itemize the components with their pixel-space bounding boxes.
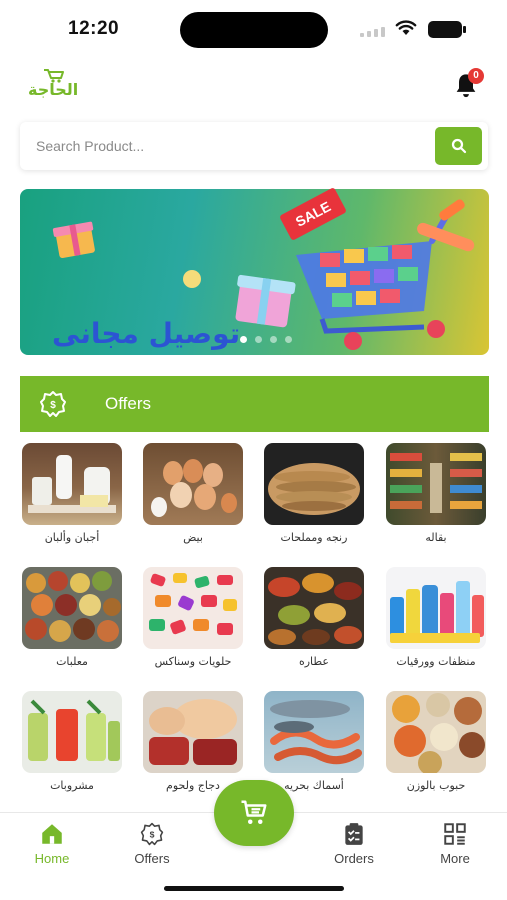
meat-image <box>143 691 243 773</box>
category-label: حبوب بالوزن <box>406 779 466 792</box>
offers-tag-icon: $ <box>140 822 164 846</box>
category-label: عطاره <box>298 655 329 668</box>
nav-offers-label: Offers <box>134 851 170 866</box>
wifi-icon <box>395 20 417 35</box>
status-bar: 12:20 <box>0 0 507 56</box>
banner-dot <box>270 336 277 343</box>
svg-text:$: $ <box>150 829 155 839</box>
cleaners-image <box>386 567 486 649</box>
eggs-image <box>143 443 243 525</box>
category-tile[interactable]: حلويات وسناكس <box>143 567 243 668</box>
category-label: حلويات وسناكس <box>154 655 232 668</box>
category-tile[interactable]: رنجه ومملحات <box>264 443 364 544</box>
category-tile[interactable]: بقاله <box>386 443 486 544</box>
nav-more[interactable]: More <box>415 821 495 866</box>
category-label: أجبان وألبان <box>44 531 100 544</box>
logo-text: الحاجة <box>28 80 79 99</box>
banner-free-delivery-text: توصيل مجانى <box>52 317 241 350</box>
category-tile[interactable]: عطاره <box>264 567 364 668</box>
grocery-image <box>386 443 486 525</box>
category-label: بقاله <box>425 531 447 544</box>
category-tile[interactable]: دجاج ولحوم <box>143 691 243 792</box>
orders-clipboard-icon <box>345 823 363 845</box>
banner-page-indicator <box>240 336 292 343</box>
signal-icon <box>360 25 386 37</box>
nav-offers[interactable]: $ Offers <box>112 821 192 866</box>
status-time: 12:20 <box>68 18 120 39</box>
sweets-image <box>143 567 243 649</box>
grid-more-icon <box>444 823 466 845</box>
banner-dot <box>255 336 262 343</box>
cart-icon <box>241 800 267 824</box>
app-logo: الحاجة <box>28 66 78 106</box>
category-label: معلبات <box>56 655 88 668</box>
gift-box-icon <box>52 221 95 259</box>
category-label: مشروبات <box>50 779 94 792</box>
nav-more-label: More <box>440 851 470 866</box>
home-indicator <box>164 886 344 891</box>
search-bar <box>20 122 488 170</box>
offers-label: Offers <box>105 394 151 413</box>
promo-banner[interactable]: توصيل مجانى <box>20 189 489 355</box>
nav-orders-label: Orders <box>334 851 374 866</box>
nav-home[interactable]: Home <box>12 821 92 866</box>
category-tile[interactable]: مشروبات <box>22 691 122 792</box>
offers-section-button[interactable]: $ Offers <box>20 376 489 432</box>
category-label: رنجه ومملحات <box>280 531 348 544</box>
search-icon <box>451 138 466 154</box>
spices-image <box>264 567 364 649</box>
gift-box-center-icon <box>235 274 296 328</box>
dairy-image <box>22 443 122 525</box>
category-tile[interactable]: حبوب بالوزن <box>386 691 486 792</box>
search-input[interactable] <box>36 134 416 158</box>
notification-badge: 0 <box>468 68 484 84</box>
dynamic-island <box>180 12 328 48</box>
category-tile[interactable]: أسماك بحريه <box>264 691 364 792</box>
category-tile[interactable]: بيض <box>143 443 243 544</box>
category-tile[interactable]: معلبات <box>22 567 122 668</box>
category-label: بيض <box>183 531 203 544</box>
price-tag-icon: $ <box>40 391 66 417</box>
cart-button[interactable] <box>214 780 294 846</box>
herring-image <box>264 443 364 525</box>
search-button[interactable] <box>435 127 482 165</box>
grains-image <box>386 691 486 773</box>
nav-orders[interactable]: Orders <box>314 821 394 866</box>
nav-home-label: Home <box>34 851 70 866</box>
seafood-image <box>264 691 364 773</box>
svg-text:$: $ <box>50 400 56 411</box>
battery-icon <box>428 21 466 38</box>
category-tile[interactable]: منظفات وورقيات <box>386 567 486 668</box>
home-icon <box>42 824 62 844</box>
canned-goods-image <box>22 567 122 649</box>
category-label: منظفات وورقيات <box>396 655 476 668</box>
drinks-image <box>22 691 122 773</box>
category-tile[interactable]: أجبان وألبان <box>22 443 122 544</box>
banner-dot <box>240 336 247 343</box>
banner-dot <box>285 336 292 343</box>
